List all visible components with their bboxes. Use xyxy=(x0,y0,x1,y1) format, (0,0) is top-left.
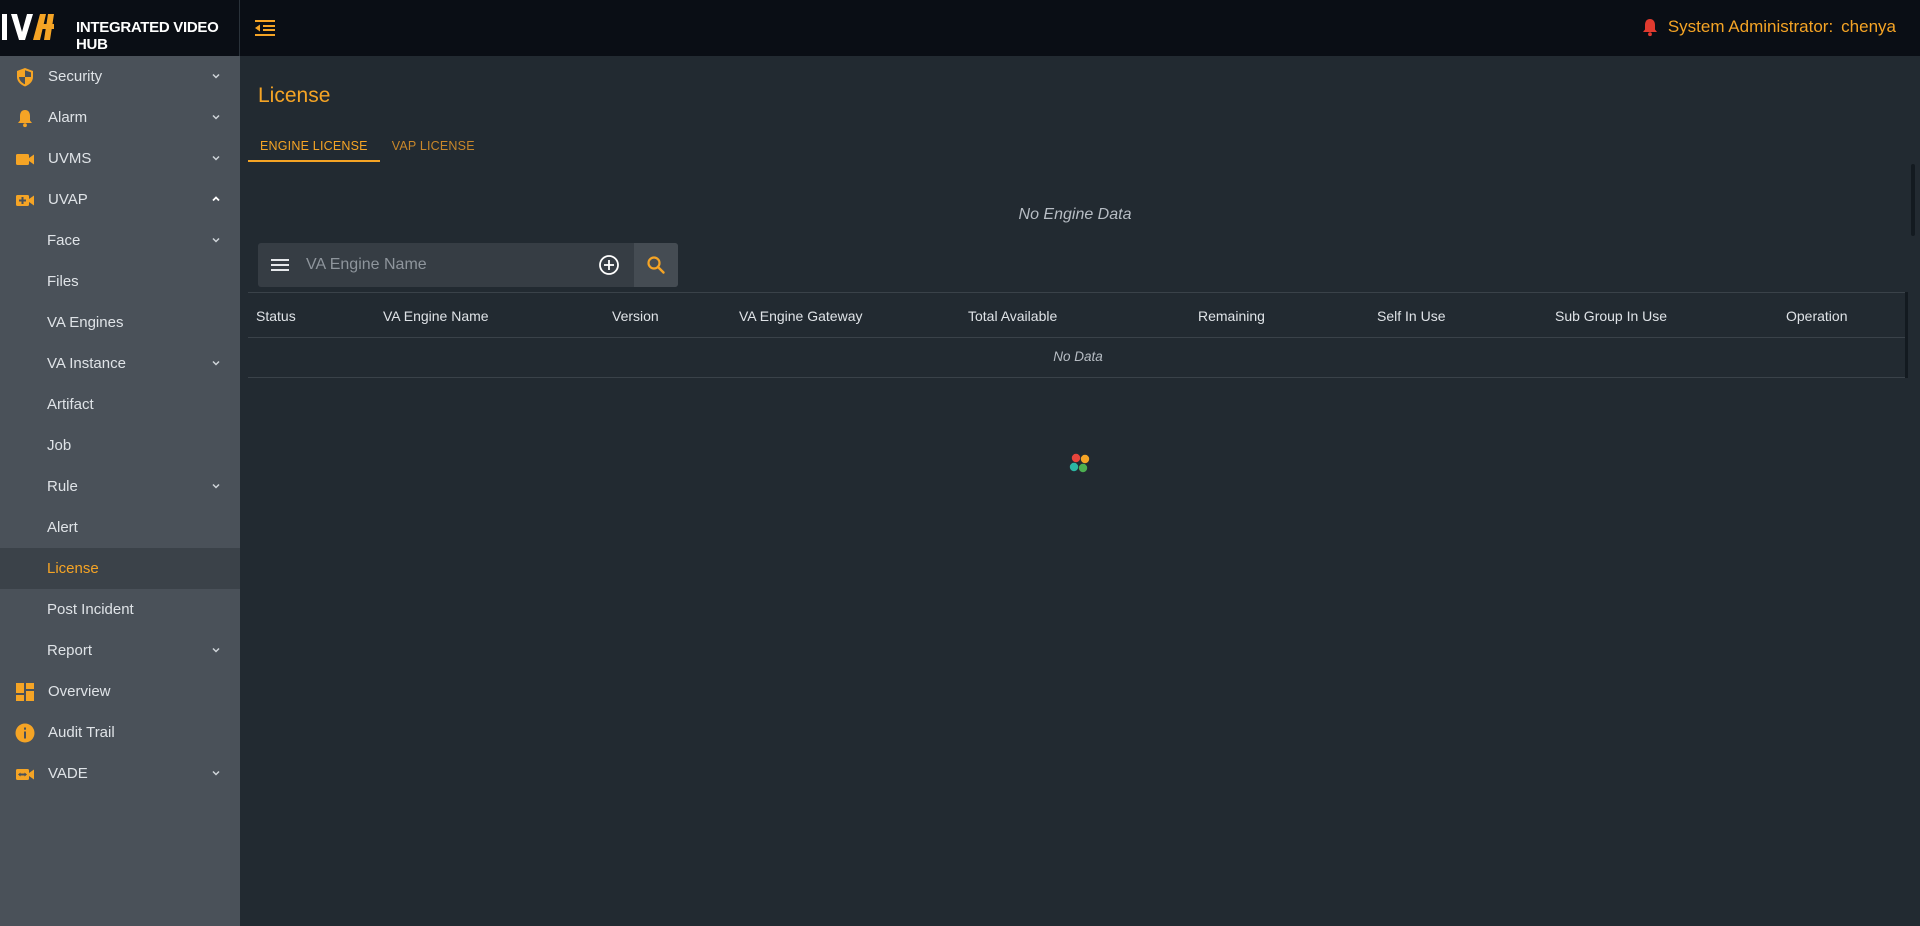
sidebar-item-label: Report xyxy=(47,642,93,659)
sidebar-item-uvap[interactable]: UVAP xyxy=(0,179,240,220)
user-info[interactable]: System Administrator: chenya xyxy=(1640,17,1896,37)
info-icon xyxy=(15,723,35,743)
column-header-status[interactable]: Status xyxy=(256,308,296,324)
sidebar-item-label: Post Incident xyxy=(47,601,134,618)
logo-area: INTEGRATED VIDEO HUB xyxy=(0,0,240,56)
sidebar-item-rule[interactable]: Rule xyxy=(0,466,240,507)
menu-collapse-icon[interactable] xyxy=(254,18,276,38)
sidebar-item-label: VA Engines xyxy=(47,314,124,331)
chevron-down-icon xyxy=(212,483,220,489)
menu-list-icon[interactable] xyxy=(270,256,290,274)
notification-bell-icon[interactable] xyxy=(1640,17,1660,37)
tab-vap-license[interactable]: VAP LICENSE xyxy=(380,134,487,162)
sidebar-item-face[interactable]: Face xyxy=(0,220,240,261)
sidebar-item-label: Artifact xyxy=(47,396,94,413)
shield-icon xyxy=(17,68,33,87)
sidebar-item-security[interactable]: Security xyxy=(0,56,240,97)
app-title: INTEGRATED VIDEO HUB xyxy=(76,19,219,53)
no-engine-data-message: No Engine Data xyxy=(1018,206,1132,223)
sidebar-item-label: Audit Trail xyxy=(48,724,115,741)
chevron-down-icon xyxy=(212,647,220,653)
sidebar-item-vade[interactable]: VADE xyxy=(0,753,240,794)
sidebar-item-alert[interactable]: Alert xyxy=(0,507,240,548)
sidebar-item-label: UVAP xyxy=(48,191,88,208)
table-header: Status VA Engine Name Version VA Engine … xyxy=(248,292,1908,338)
main-content: License ENGINE LICENSE VAP LICENSE No En… xyxy=(240,56,1920,926)
search-button[interactable] xyxy=(634,243,678,287)
column-header-remaining[interactable]: Remaining xyxy=(1198,308,1265,324)
table-empty-message: No Data xyxy=(248,338,1908,378)
sidebar-item-uvms[interactable]: UVMS xyxy=(0,138,240,179)
sidebar-item-label: Security xyxy=(48,68,103,85)
engine-license-table: Status VA Engine Name Version VA Engine … xyxy=(248,292,1908,378)
sidebar-item-report[interactable]: Report xyxy=(0,630,240,671)
sidebar-item-files[interactable]: Files xyxy=(0,261,240,302)
column-header-sub-group-in-use[interactable]: Sub Group In Use xyxy=(1555,308,1667,324)
column-header-total-available[interactable]: Total Available xyxy=(968,308,1057,324)
chevron-down-icon xyxy=(212,770,220,776)
column-header-va-engine-gateway[interactable]: VA Engine Gateway xyxy=(739,308,862,324)
table-scrollbar[interactable] xyxy=(1905,292,1908,378)
sidebar-item-overview[interactable]: Overview xyxy=(0,671,240,712)
sidebar-item-label: Rule xyxy=(47,478,78,495)
user-name[interactable]: chenya xyxy=(1841,17,1896,37)
sidebar-item-license[interactable]: License xyxy=(0,548,240,589)
license-tabs: ENGINE LICENSE VAP LICENSE xyxy=(248,134,487,162)
dashboard-icon xyxy=(16,683,34,701)
sidebar-item-label: UVMS xyxy=(48,150,92,167)
sidebar-item-audit-trail[interactable]: Audit Trail xyxy=(0,712,240,753)
loading-spinner-icon xyxy=(1069,453,1090,473)
top-bar: INTEGRATED VIDEO HUB System Administrato… xyxy=(0,0,1920,56)
sidebar-item-label: License xyxy=(47,560,99,577)
tab-engine-license[interactable]: ENGINE LICENSE xyxy=(248,134,380,162)
sidebar-item-label: Files xyxy=(47,273,79,290)
sidebar-item-label: Face xyxy=(47,232,81,249)
sidebar: Security Alarm UVMS UVAP Face Files VA E… xyxy=(0,56,240,926)
sidebar-item-label: Alarm xyxy=(48,109,88,126)
vertical-scrollbar[interactable] xyxy=(1911,164,1915,236)
sidebar-item-label: VADE xyxy=(48,765,88,782)
page-title: License xyxy=(258,84,331,107)
add-circle-icon[interactable] xyxy=(598,254,620,276)
video-camera-icon xyxy=(16,154,34,165)
va-engine-name-input[interactable] xyxy=(306,243,596,287)
column-header-operation[interactable]: Operation xyxy=(1786,308,1847,324)
sidebar-item-label: Alert xyxy=(47,519,78,536)
search-icon xyxy=(647,256,665,274)
chevron-down-icon xyxy=(212,114,220,120)
sidebar-item-va-engines[interactable]: VA Engines xyxy=(0,302,240,343)
sidebar-item-label: Overview xyxy=(48,683,111,700)
sidebar-item-artifact[interactable]: Artifact xyxy=(0,384,240,425)
bell-icon xyxy=(18,110,32,128)
chevron-down-icon xyxy=(212,155,220,161)
sidebar-item-va-instance[interactable]: VA Instance xyxy=(0,343,240,384)
video-plus-icon xyxy=(16,195,34,206)
sidebar-item-post-incident[interactable]: Post Incident xyxy=(0,589,240,630)
chevron-up-icon xyxy=(212,196,220,202)
ivh-logo xyxy=(2,14,54,40)
sidebar-item-job[interactable]: Job xyxy=(0,425,240,466)
chevron-down-icon xyxy=(212,73,220,79)
column-header-version[interactable]: Version xyxy=(612,308,659,324)
user-role-label: System Administrator: xyxy=(1667,17,1834,36)
engine-search-bar xyxy=(258,243,678,287)
sidebar-item-label: Job xyxy=(47,437,72,454)
chevron-down-icon xyxy=(212,360,220,366)
sidebar-item-alarm[interactable]: Alarm xyxy=(0,97,240,138)
video-settings-icon xyxy=(16,769,34,780)
column-header-self-in-use[interactable]: Self In Use xyxy=(1377,308,1445,324)
sidebar-item-label: VA Instance xyxy=(47,355,126,372)
chevron-down-icon xyxy=(212,237,220,243)
column-header-va-engine-name[interactable]: VA Engine Name xyxy=(383,308,489,324)
